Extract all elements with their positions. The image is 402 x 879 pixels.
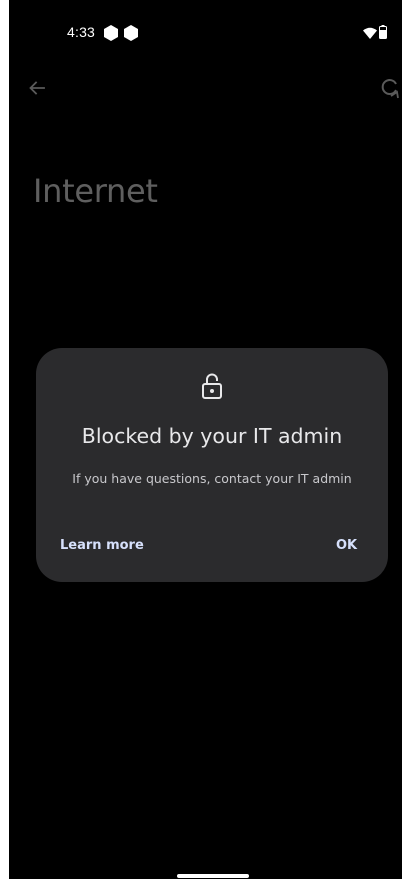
navigation-handle[interactable]	[177, 874, 249, 878]
refresh-button[interactable]	[379, 76, 402, 100]
wifi-icon	[363, 27, 377, 39]
blocked-dialog: Blocked by your IT admin If you have que…	[36, 348, 388, 582]
screen: 4:33 Internet Blocked by your IT admin I…	[9, 0, 402, 879]
dialog-title: Blocked by your IT admin	[81, 424, 343, 448]
refresh-icon	[381, 79, 399, 99]
hexagon-icon	[124, 25, 138, 41]
dialog-message: If you have questions, contact your IT a…	[72, 471, 352, 486]
back-arrow-icon	[29, 81, 45, 95]
battery-icon	[379, 25, 387, 39]
learn-more-button[interactable]: Learn more	[60, 534, 144, 557]
ok-button[interactable]: OK	[336, 534, 357, 557]
status-time: 4:33	[67, 24, 96, 40]
back-button[interactable]	[25, 76, 49, 100]
status-bar: 4:33	[9, 0, 402, 64]
hexagon-icon	[104, 25, 118, 41]
lock-icon	[202, 373, 222, 399]
page-title: Internet	[33, 172, 158, 210]
